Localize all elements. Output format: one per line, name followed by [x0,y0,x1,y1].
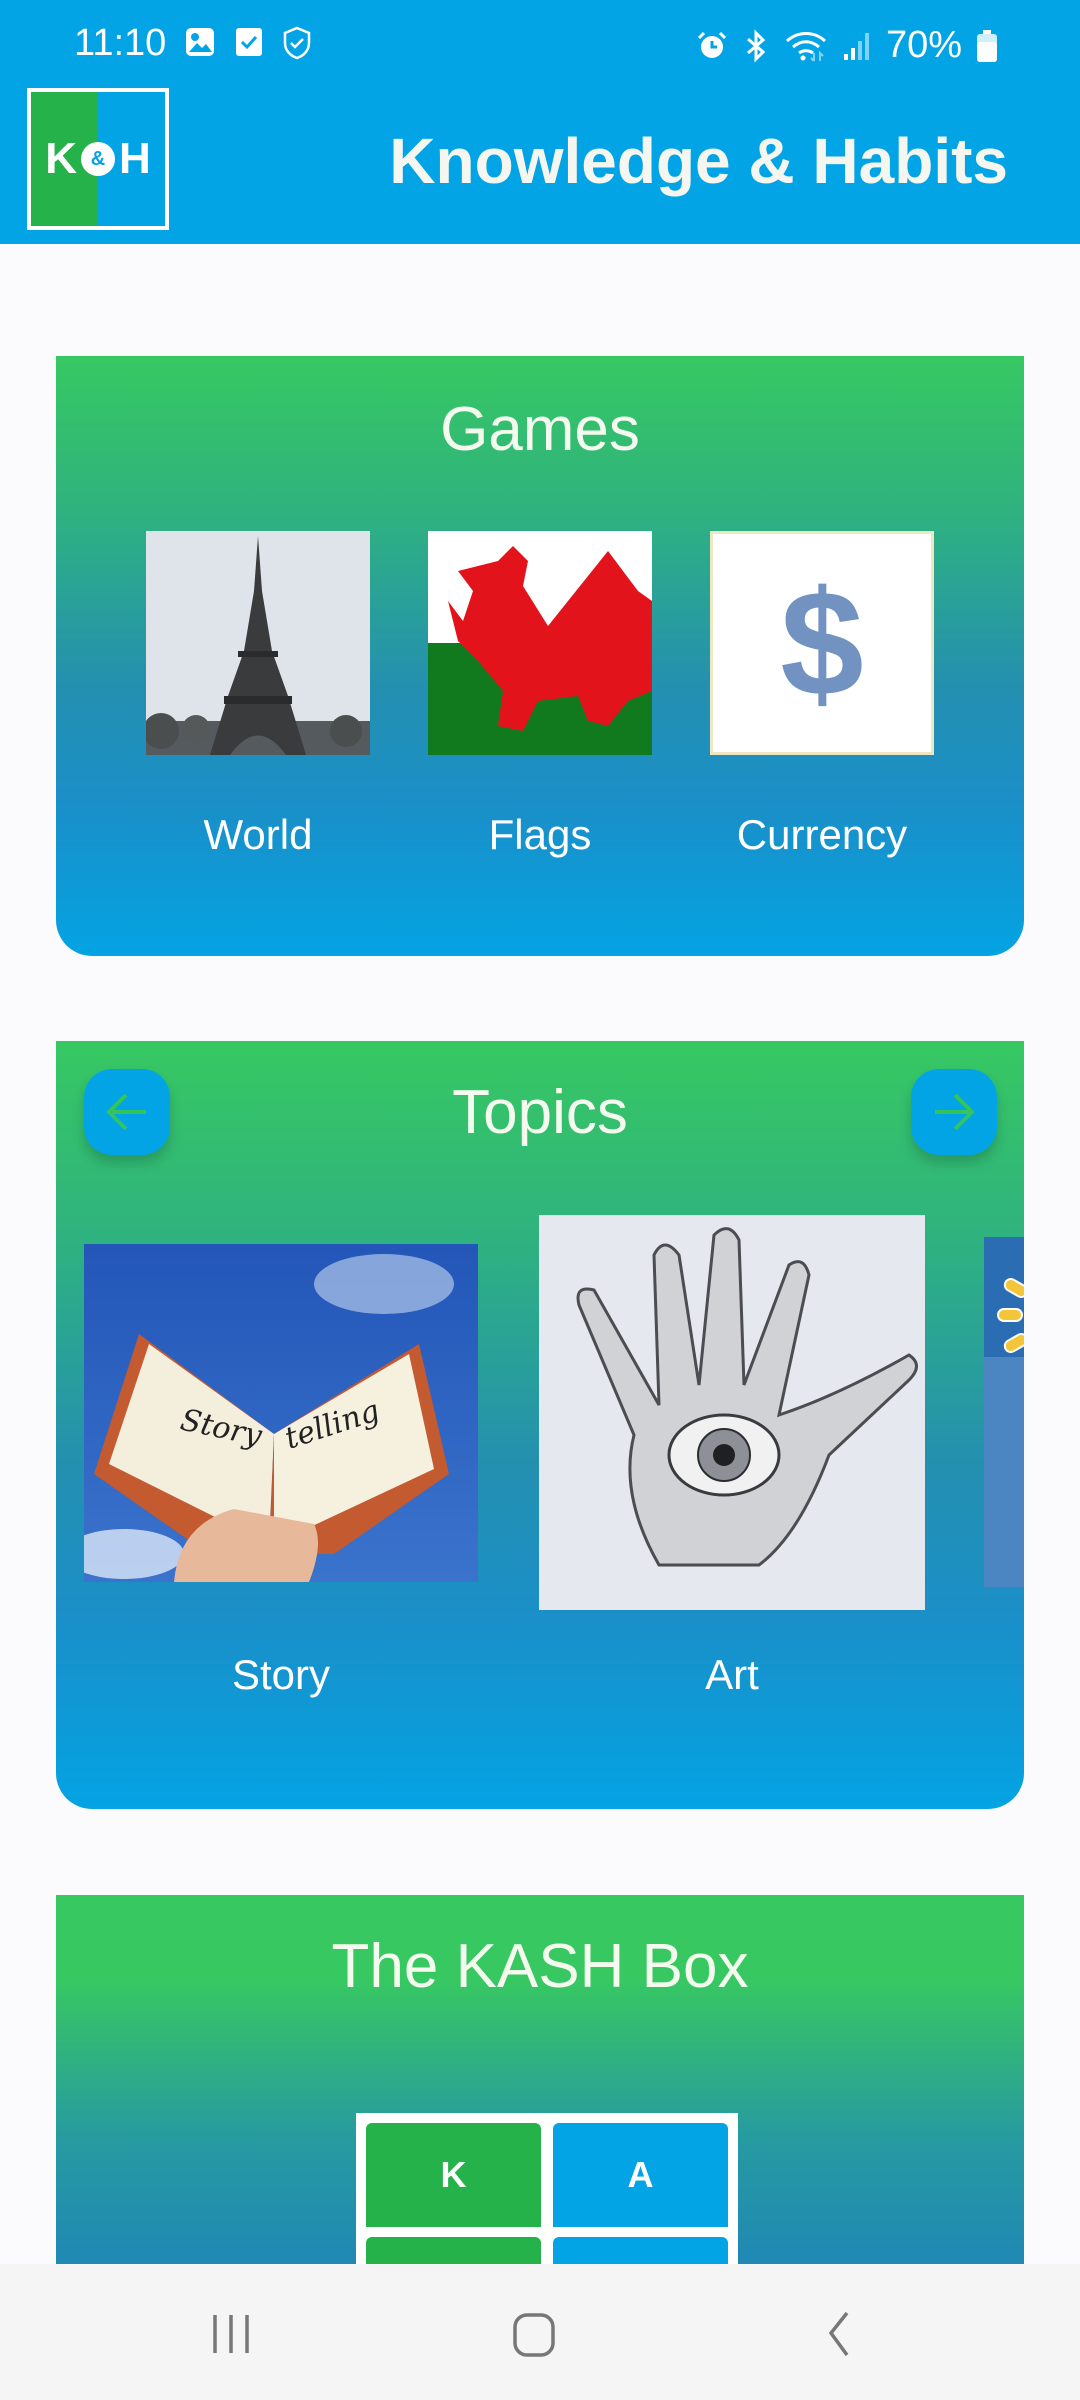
game-world[interactable]: World [143,531,370,858]
wifi-icon [785,31,826,62]
arrow-right-icon [935,1093,975,1131]
game-currency-label: Currency [736,811,908,858]
gallery-icon [186,28,214,56]
app-title: Knowledge & Habits [389,125,1008,197]
topics-card: Topics Story telling Story Art [56,1041,1024,1809]
topic-story[interactable]: Story telling [64,1244,478,1582]
games-title: Games [440,395,640,464]
kash-cell-a[interactable]: A [553,2123,728,2227]
status-bar: 11:10 70% [0,0,1080,88]
logo-letter-h: H [119,134,151,183]
topics-next-button[interactable] [911,1069,997,1155]
logo-ampersand: & [81,142,115,176]
dollar-symbol: $ [780,558,864,727]
hand-eye-drawing-image [539,1215,925,1610]
recents-icon [213,2315,249,2353]
storytelling-book-image: Story telling [64,1244,478,1582]
battery-percent: 70% [885,24,962,66]
game-flags-label: Flags [488,811,592,858]
topic-art[interactable] [539,1215,925,1610]
game-currency[interactable]: $ Currency [710,531,934,858]
games-card: Games World Flags $ Currency [56,356,1024,956]
app-bar: K & H Knowledge & Habits [0,88,1080,244]
topic-story-label: Story [231,1651,331,1698]
kash-box-title: The KASH Box [331,1932,749,2001]
kash-letter-a: A [627,2154,654,2195]
kash-cell-k[interactable]: K [366,2123,541,2227]
app-logo[interactable]: K & H [27,88,169,230]
kash-letter-k: K [440,2154,467,2195]
home-button[interactable] [474,2294,594,2374]
topics-title: Topics [452,1078,628,1147]
home-icon [513,2313,555,2357]
kash-box-card: The KASH Box K A [56,1895,1024,2275]
back-icon [828,2311,849,2357]
partial-topic-image [984,1237,1024,1587]
welsh-flag-image [428,531,652,755]
topic-partial[interactable] [984,1237,1024,1587]
eiffel-tower-image [143,531,370,755]
logo-letter-k: K [45,134,77,183]
kash-grid[interactable]: K A [356,2113,738,2275]
back-button[interactable] [778,2294,898,2374]
status-time: 11:10 [74,22,167,64]
signal-icon [843,32,869,60]
system-nav-bar [0,2264,1080,2400]
checkbox-icon [236,28,262,56]
battery-icon [977,29,997,62]
alarm-icon [697,31,726,58]
game-flags[interactable]: Flags [428,531,652,858]
topic-art-label: Art [705,1651,759,1698]
game-world-label: World [203,811,313,858]
shield-check-icon [283,26,311,60]
recents-button[interactable] [172,2294,292,2374]
bluetooth-icon [746,28,766,63]
dollar-sign-image: $ [710,531,934,755]
